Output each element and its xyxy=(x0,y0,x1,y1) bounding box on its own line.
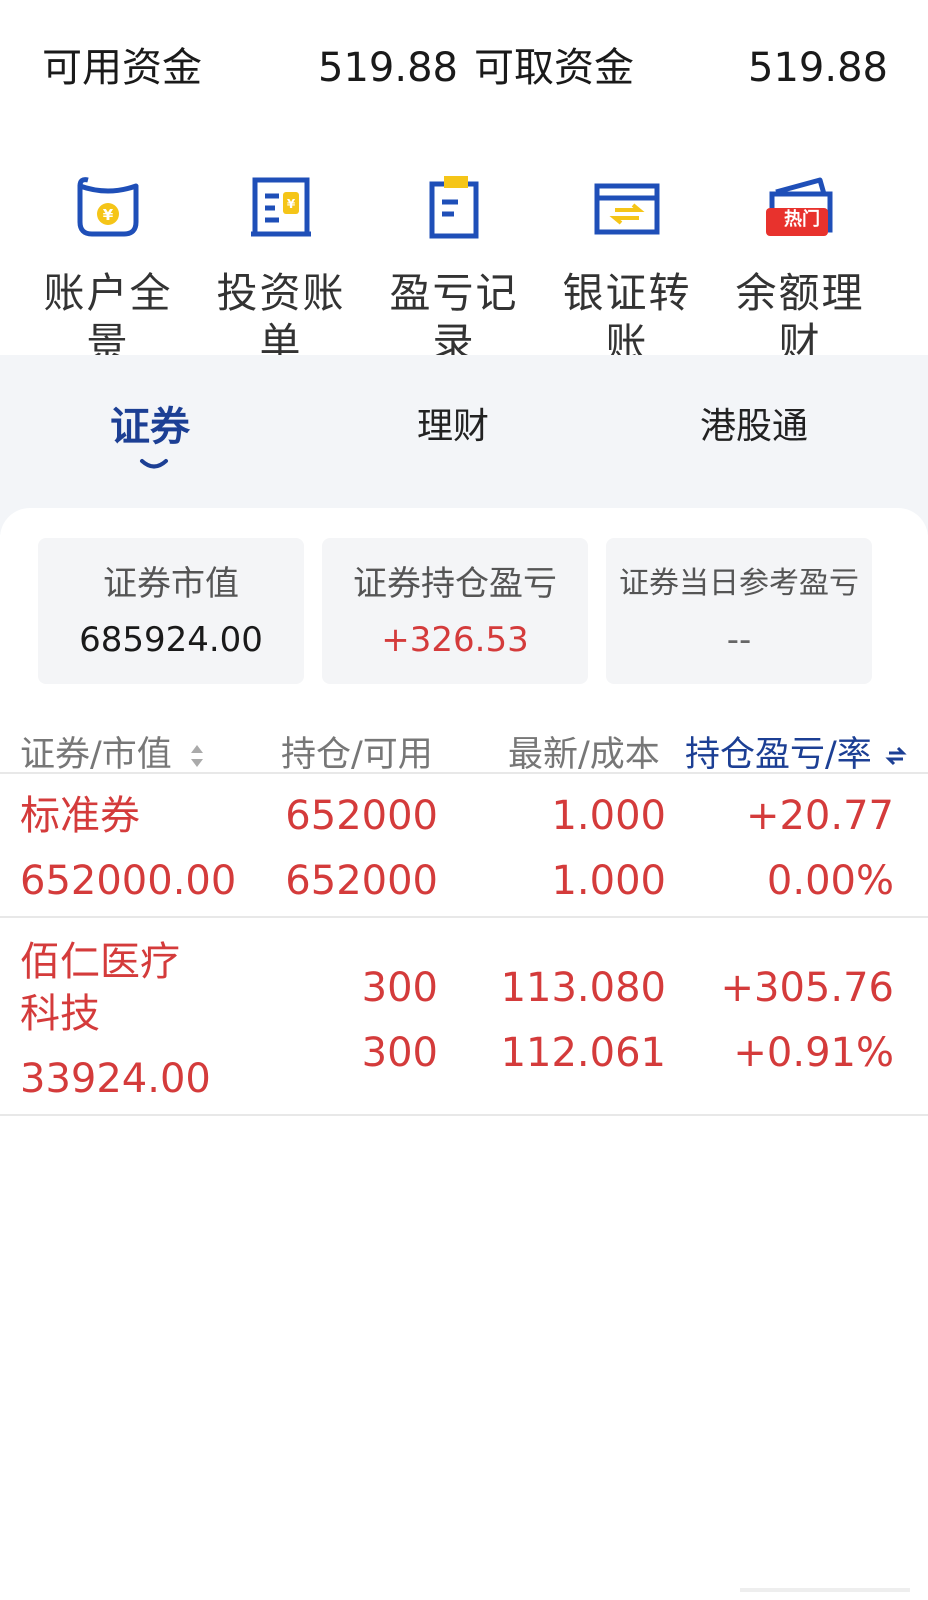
quick-action-label: 余额理财 xyxy=(735,269,865,355)
divider xyxy=(0,772,928,774)
quick-action-bank-transfer[interactable]: 银证转账 xyxy=(542,150,712,355)
svg-text:¥: ¥ xyxy=(103,206,114,224)
active-tab-indicator xyxy=(140,459,168,469)
security-name: 佰仁医疗 xyxy=(20,939,180,985)
sort-icon xyxy=(190,745,203,767)
pnl-rate: +0.91% xyxy=(733,1030,894,1076)
pnl-rate: 0.00% xyxy=(766,858,894,904)
summary-label: 证券持仓盈亏 xyxy=(353,564,557,604)
funds-bar: 可用资金 519.88 可取资金 519.88 xyxy=(0,0,928,140)
switch-arrows-icon xyxy=(885,746,907,766)
summary-value: 685924.00 xyxy=(79,620,263,660)
summary-label: 证券市值 xyxy=(103,564,239,604)
tab-hk-connect[interactable]: 港股通 xyxy=(700,402,808,452)
latest-price: 1.000 xyxy=(551,793,666,839)
transfer-card-icon xyxy=(594,183,660,235)
quick-action-account-overview[interactable]: ¥ 账户全景 xyxy=(23,150,193,355)
quick-action-label: 盈亏记录 xyxy=(389,269,519,355)
available-funds-value: 519.88 xyxy=(318,45,458,91)
position: 652000 xyxy=(285,793,438,839)
divider xyxy=(0,1114,928,1116)
market-value: 652000.00 xyxy=(20,858,237,904)
divider xyxy=(0,916,928,918)
market-value: 33924.00 xyxy=(20,1056,211,1102)
quick-action-label: 银证转账 xyxy=(562,269,692,355)
quick-action-label: 账户全景 xyxy=(43,269,173,355)
watermark-strip xyxy=(740,1588,910,1592)
tab-securities[interactable]: 证券 xyxy=(110,402,190,452)
summary-market-value: 证券市值 685924.00 xyxy=(38,538,304,684)
quick-action-balance-finance[interactable]: 热门 余额理财 xyxy=(715,150,885,355)
svg-text:¥: ¥ xyxy=(287,197,296,211)
cost-price: 112.061 xyxy=(500,1030,666,1076)
hot-badge: 热门 xyxy=(784,209,820,230)
withdrawable-funds-label: 可取资金 xyxy=(474,45,634,91)
summary-label: 证券当日参考盈亏 xyxy=(619,566,859,601)
withdrawable-funds-value: 519.88 xyxy=(748,45,888,91)
wallet-icon: ¥ xyxy=(77,177,139,237)
tab-finance[interactable]: 理财 xyxy=(417,402,489,452)
quick-actions: ¥ 账户全景 ¥ 投资账单 盈亏记录 银证转账 热门 余额理财 xyxy=(0,150,928,355)
summary-value: -- xyxy=(726,620,752,660)
clipboard-icon xyxy=(429,176,479,239)
quick-action-investment-bill[interactable]: ¥ 投资账单 xyxy=(196,150,366,355)
position: 300 xyxy=(361,965,438,1011)
available: 652000 xyxy=(285,858,438,904)
position-pnl: +20.77 xyxy=(745,793,894,839)
quick-action-pnl-record[interactable]: 盈亏记录 xyxy=(369,150,539,355)
security-name-line2: 科技 xyxy=(20,991,100,1037)
quick-action-label: 投资账单 xyxy=(216,269,346,355)
latest-price: 113.080 xyxy=(500,965,666,1011)
header-label: 持仓盈亏/率 xyxy=(685,735,872,775)
available: 300 xyxy=(361,1030,438,1076)
security-name: 标准券 xyxy=(20,793,140,839)
header-label: 证券/市值 xyxy=(20,735,172,775)
summary-daily-pnl: 证券当日参考盈亏 -- xyxy=(606,538,872,684)
summary-value: +326.53 xyxy=(381,620,529,660)
position-pnl: +305.76 xyxy=(720,965,894,1011)
cost-price: 1.000 xyxy=(551,858,666,904)
bill-icon: ¥ xyxy=(251,177,311,237)
available-funds-label: 可用资金 xyxy=(42,45,202,91)
summary-position-pnl: 证券持仓盈亏 +326.53 xyxy=(322,538,588,684)
